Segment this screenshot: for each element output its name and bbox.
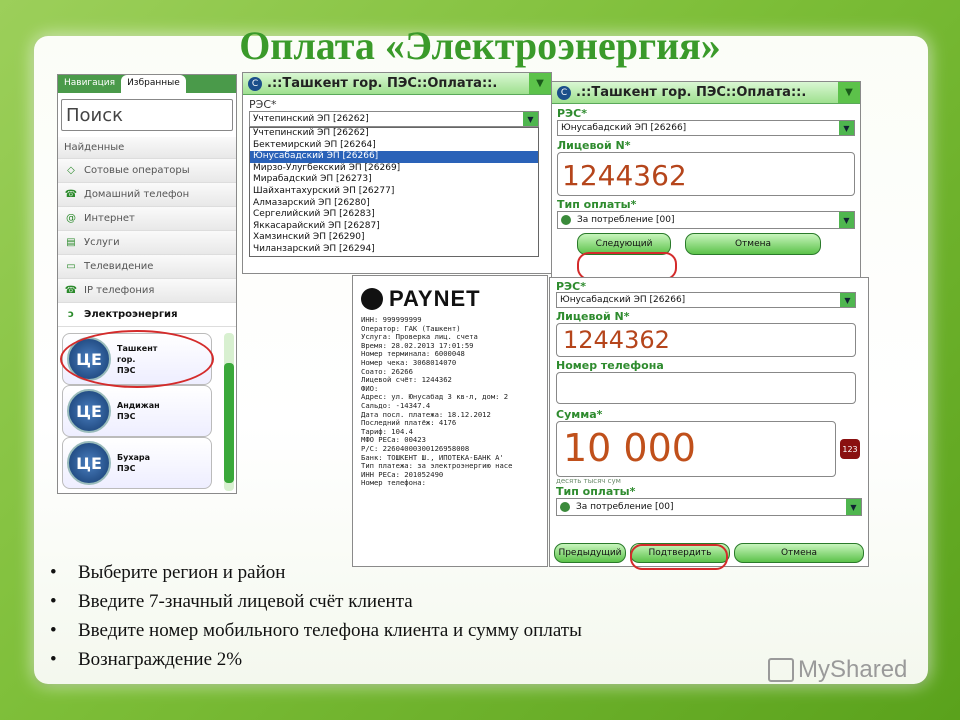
- res-label: РЭС*: [557, 107, 587, 120]
- chevron-down-icon[interactable]: ▼: [838, 82, 860, 103]
- chevron-down-icon: ▼: [839, 212, 854, 228]
- instruction-item: Вознаграждение 2%: [50, 649, 582, 678]
- watermark-logo-icon: [768, 658, 794, 682]
- res-select[interactable]: Юнусабадский ЭП [26266] ▼: [557, 120, 855, 136]
- plug-icon: ↄ: [68, 309, 74, 320]
- account-input[interactable]: 1244362: [556, 323, 856, 357]
- phone-icon: ☎: [64, 189, 78, 200]
- watermark: MyShared: [768, 656, 907, 684]
- chevron-down-icon[interactable]: ▼: [529, 73, 551, 94]
- res-option[interactable]: Мирзо-Улугбекский ЭП [26269]: [250, 163, 538, 175]
- instruction-list: Выберите регион и район Введите 7-значны…: [50, 562, 582, 678]
- payment-form-step2: РЭС* Юнусабадский ЭП [26266] ▼ Лицевой N*…: [549, 277, 869, 567]
- app-icon: C: [557, 85, 571, 100]
- paynet-logo-icon: [361, 288, 383, 310]
- res-option[interactable]: Мирабадский ЭП [26273]: [250, 174, 538, 186]
- search-placeholder: Поиск: [66, 104, 124, 126]
- nav-item-home-phone[interactable]: ☎ Домашний телефон: [58, 183, 236, 207]
- cancel-button[interactable]: Отмена: [685, 233, 821, 255]
- previous-button[interactable]: Предыдущий: [554, 543, 626, 563]
- account-input[interactable]: 1244362: [557, 152, 855, 196]
- app-icon: C: [248, 76, 262, 91]
- res-select[interactable]: Учтепинский ЭП [26262] ▼: [249, 111, 539, 127]
- res-option[interactable]: Юнусабадский ЭП [26266]: [250, 151, 538, 163]
- ue-logo-icon: ЦЕ: [67, 389, 111, 433]
- search-input[interactable]: Поиск: [61, 99, 233, 131]
- tag-icon: ◇: [67, 165, 75, 176]
- paytype-select[interactable]: За потребление [00] ▼: [557, 211, 855, 229]
- res-option[interactable]: Сергелийский ЭП [26283]: [250, 209, 538, 221]
- nav-tabs: Навигация Избранные: [58, 75, 236, 93]
- receipt-panel: PAYNET ИНН: 999999999 Оператор: ГАК (Ташк…: [352, 275, 548, 567]
- tv-icon: ▭: [66, 261, 76, 272]
- keypad-icon[interactable]: 123: [840, 439, 860, 459]
- res-options-list: Учтепинский ЭП [26262] Бектемирский ЭП [2…: [249, 127, 539, 257]
- nav-item-ip-phone[interactable]: ☎ IP телефония: [58, 279, 236, 303]
- res-option[interactable]: Яккасарайский ЭП [26287]: [250, 221, 538, 233]
- status-dot-icon: [560, 502, 570, 512]
- provider-card-bukhara[interactable]: ЦЕ Бухара ПЭС: [62, 437, 212, 489]
- highlight-circle-confirm: [630, 544, 728, 570]
- instruction-item: Введите 7-значный лицевой счёт клиента: [50, 591, 582, 620]
- phone-input[interactable]: [556, 372, 856, 404]
- nav-item-services[interactable]: ▤ Услуги: [58, 231, 236, 255]
- tab-navigation[interactable]: Навигация: [58, 75, 121, 93]
- nav-item-tv[interactable]: ▭ Телевидение: [58, 255, 236, 279]
- paytype-label: Тип оплаты*: [557, 198, 637, 211]
- res-option[interactable]: Шайхантахурский ЭП [26277]: [250, 186, 538, 198]
- district-dropdown-panel: C .::Ташкент гор. ПЭС::Оплата::. ▼ РЭС* Уч…: [242, 72, 552, 274]
- res-select[interactable]: Юнусабадский ЭП [26266] ▼: [556, 292, 856, 308]
- chevron-down-icon: ▼: [840, 293, 855, 307]
- provider-card-andijan[interactable]: ЦЕ Андижан ПЭС: [62, 385, 212, 437]
- status-dot-icon: [561, 215, 571, 225]
- payment-form-step1: C .::Ташкент гор. ПЭС::Оплата::. ▼ РЭС* Юн…: [551, 81, 861, 281]
- tab-favorites[interactable]: Избранные: [121, 75, 186, 93]
- ue-logo-icon: ЦЕ: [67, 441, 111, 485]
- chevron-down-icon: ▼: [846, 499, 861, 515]
- chevron-down-icon: ▼: [523, 112, 538, 126]
- receipt-line: Лицевой счёт: 1244362: [361, 375, 452, 385]
- phone-label: Номер телефона: [556, 359, 664, 372]
- nav-item-mobile[interactable]: ◇ Сотовые операторы: [58, 159, 236, 183]
- phone-icon: ☎: [64, 285, 78, 296]
- res-label: РЭС*: [249, 98, 277, 111]
- res-option[interactable]: Алмазарский ЭП [26280]: [250, 198, 538, 210]
- account-label: Лицевой N*: [557, 139, 631, 152]
- chevron-down-icon: ▼: [839, 121, 854, 135]
- res-option[interactable]: Чиланзарский ЭП [26294]: [250, 244, 538, 256]
- instruction-item: Выберите регион и район: [50, 562, 582, 591]
- res-option[interactable]: Учтепинский ЭП [26262]: [250, 128, 538, 140]
- nav-item-electricity[interactable]: ↄ Электроэнергия: [58, 303, 236, 327]
- account-label: Лицевой N*: [556, 310, 630, 323]
- nav-item-internet[interactable]: @ Интернет: [58, 207, 236, 231]
- slide-title: Оплата «Электроэнергия»: [239, 23, 721, 68]
- res-option[interactable]: Бектемирский ЭП [26264]: [250, 140, 538, 152]
- paytype-label: Тип оплаты*: [556, 485, 636, 498]
- receipt-line: Номер телефона:: [361, 478, 426, 488]
- scrollbar-thumb[interactable]: [224, 363, 234, 483]
- cancel-button[interactable]: Отмена: [734, 543, 864, 563]
- res-option[interactable]: Хамзинский ЭП [26290]: [250, 232, 538, 244]
- services-icon: ▤: [66, 237, 76, 248]
- found-header: Найденные: [58, 137, 236, 159]
- navigation-panel: Навигация Избранные Поиск Найденные ◇ Сот…: [57, 74, 237, 494]
- paynet-logo: PAYNET: [361, 282, 539, 316]
- paytype-select[interactable]: За потребление [00] ▼: [556, 498, 862, 516]
- receipt-text: ИНН: 999999999 Оператор: ГАК (Ташкент) Усл…: [361, 315, 539, 488]
- sum-input[interactable]: 10 000: [556, 421, 836, 477]
- scrollbar[interactable]: [224, 333, 234, 491]
- highlight-circle-next: [577, 252, 677, 280]
- sum-words: десять тысяч сум: [556, 477, 621, 485]
- sum-label: Сумма*: [556, 408, 603, 421]
- instruction-item: Введите номер мобильного телефона клиент…: [50, 620, 582, 649]
- highlight-circle-tashkent: [60, 330, 214, 388]
- at-icon: @: [66, 213, 76, 224]
